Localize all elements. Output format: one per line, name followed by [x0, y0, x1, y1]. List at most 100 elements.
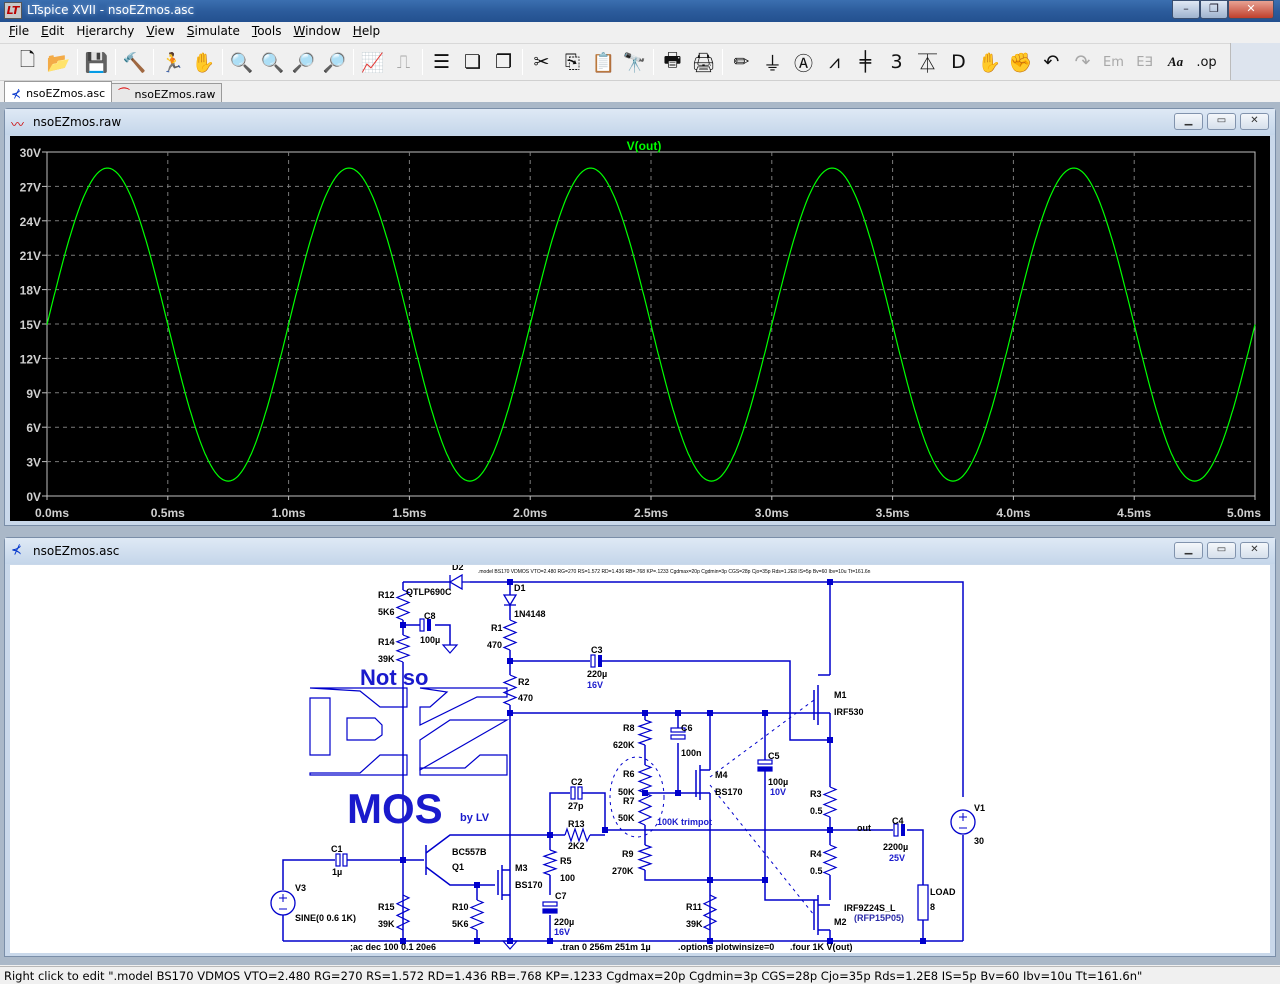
cut-button[interactable]: ✂: [526, 47, 557, 77]
close-button[interactable]: ✕: [1240, 542, 1269, 559]
find-button[interactable]: 🔭: [619, 47, 650, 77]
redo-button[interactable]: ↷: [1067, 47, 1098, 77]
schematic-canvas[interactable]: Not so MOS by LV .model BS170 VDMOS VTO=…: [10, 565, 1270, 953]
component-label-r2-name[interactable]: R2: [518, 677, 530, 687]
component-label-r5-name[interactable]: R5: [560, 856, 572, 866]
component-label-v3-value[interactable]: SINE(0 0.6 1K): [295, 913, 356, 923]
print-button[interactable]: 🖨: [688, 47, 719, 77]
menu-tools[interactable]: Tools: [246, 22, 288, 42]
component-label-c3-value[interactable]: 220µ: [587, 669, 607, 679]
resistor-r14[interactable]: [395, 634, 411, 663]
component-label-c1-name[interactable]: C1: [331, 844, 343, 854]
component-label-r8-name[interactable]: R8: [623, 723, 635, 733]
zoom-in-button[interactable]: 🔍: [226, 47, 257, 77]
component-label-r1-value[interactable]: 470: [487, 640, 502, 650]
component-label-c2-name[interactable]: C2: [571, 777, 583, 787]
component-label-v1-name[interactable]: V1: [974, 803, 985, 813]
menu-simulate[interactable]: Simulate: [181, 22, 246, 42]
component-label-d1-value[interactable]: 1N4148: [514, 609, 546, 619]
component-label-r15-name[interactable]: R15: [378, 902, 395, 912]
resistor-r5[interactable]: [542, 849, 558, 876]
component-label-m2-value[interactable]: IRF9Z24S_L: [844, 903, 896, 913]
component-label-c4-value[interactable]: 2200µ: [883, 842, 908, 852]
component-label-c5-rating[interactable]: 10V: [770, 787, 786, 797]
component-label-c2-value[interactable]: 27p: [568, 801, 584, 811]
capacitor-button[interactable]: ╪: [850, 47, 881, 77]
component-label-r14-name[interactable]: R14: [378, 637, 395, 647]
component-label-m2-alt[interactable]: (RFP15P05): [854, 913, 904, 923]
resistor-r1[interactable]: [502, 619, 518, 651]
save-button[interactable]: 💾: [81, 47, 112, 77]
directive-options[interactable]: .options plotwinsize=0: [678, 942, 774, 952]
resistor-r4[interactable]: [822, 844, 838, 876]
component-label-m1-value[interactable]: IRF530: [834, 707, 864, 717]
maximize-button[interactable]: ❐: [1200, 0, 1228, 19]
rotate-button[interactable]: Em: [1098, 47, 1129, 77]
component-label-r14-value[interactable]: 39K: [378, 654, 395, 664]
capacitor-c3[interactable]: [590, 654, 596, 668]
component-label-r9-value[interactable]: 270K: [612, 866, 634, 876]
component-label-c6-name[interactable]: C6: [681, 723, 693, 733]
resistor-r6[interactable]: [637, 764, 653, 794]
component-label-c7-rating[interactable]: 16V: [554, 927, 570, 937]
component-label-r4-value[interactable]: 0.5: [810, 866, 823, 876]
component-label-r11-value[interactable]: 39K: [686, 919, 703, 929]
zoom-pan-button[interactable]: 🔍: [257, 47, 288, 77]
menu-hierarchy[interactable]: Hierarchy: [70, 22, 140, 42]
capacitor-c7[interactable]: [542, 901, 558, 907]
text-button[interactable]: Aa: [1160, 47, 1191, 77]
undo-button[interactable]: ↶: [1036, 47, 1067, 77]
load-resistor-symbol[interactable]: [917, 884, 929, 921]
component-label-c6-value[interactable]: 100n: [681, 748, 702, 758]
diode-d2-symbol[interactable]: [448, 573, 470, 591]
component-label-c5-name[interactable]: C5: [768, 751, 780, 761]
component-label-c7-name[interactable]: C7: [555, 891, 567, 901]
tab-schematic[interactable]: ⊀ nsoEZmos.asc: [4, 81, 113, 103]
capacitor-c2[interactable]: [570, 786, 576, 800]
print-setup-button[interactable]: 🖶: [657, 47, 688, 77]
directive-four[interactable]: .four 1K V(out): [790, 942, 853, 952]
move-button[interactable]: ✋: [974, 47, 1005, 77]
halt-button[interactable]: ✋: [188, 47, 219, 77]
component-label-r5-value[interactable]: 100: [560, 873, 575, 883]
waveform-window-titlebar[interactable]: 〰 nsoEZmos.raw ▁ ▭ ✕: [5, 109, 1275, 135]
component-label-trimpot[interactable]: 100K trimpot: [657, 817, 712, 827]
restore-button[interactable]: ▭: [1207, 542, 1236, 559]
component-label-out_net[interactable]: out: [857, 823, 871, 833]
component-label-c4-name[interactable]: C4: [892, 816, 904, 826]
component-label-c1-value[interactable]: 1µ: [332, 867, 342, 877]
component-label-r1-name[interactable]: R1: [491, 623, 503, 633]
menu-help[interactable]: Help: [347, 22, 386, 42]
component-label-m2-name[interactable]: M2: [834, 917, 847, 927]
component-label-r6-name[interactable]: R6: [623, 769, 635, 779]
component-label-d2-value[interactable]: QTLP690C: [406, 587, 452, 597]
resistor-r15[interactable]: [395, 894, 411, 931]
inductor-button[interactable]: 3: [881, 47, 912, 77]
component-label-d2-name[interactable]: D2: [452, 565, 464, 572]
component-label-m3-value[interactable]: BS170: [515, 880, 543, 890]
component-label-m3-name[interactable]: M3: [515, 863, 528, 873]
component-label-q1-name[interactable]: Q1: [452, 862, 464, 872]
component-label-r15-value[interactable]: 39K: [378, 919, 395, 929]
component-label-m4-value[interactable]: BS170: [715, 787, 743, 797]
component-label-q1-value[interactable]: BC557B: [452, 847, 487, 857]
restore-button[interactable]: ▭: [1207, 113, 1236, 130]
component-label-m4-name[interactable]: M4: [715, 770, 728, 780]
component-button[interactable]: D: [943, 47, 974, 77]
ground-button[interactable]: ⏚: [757, 47, 788, 77]
menu-file[interactable]: File: [3, 22, 35, 42]
component-label-m1-name[interactable]: M1: [834, 690, 847, 700]
component-label-r10-value[interactable]: 5K6: [452, 919, 469, 929]
component-label-load-value[interactable]: 8: [930, 902, 935, 912]
menu-view[interactable]: View: [140, 22, 180, 42]
component-label-c5-value[interactable]: 100µ: [768, 777, 788, 787]
schematic-window-titlebar[interactable]: ⊀ nsoEZmos.asc ▁ ▭ ✕: [5, 538, 1275, 564]
cascade-button[interactable]: ❏: [457, 47, 488, 77]
diode-d1-symbol[interactable]: [502, 594, 518, 607]
component-label-r11-name[interactable]: R11: [686, 902, 702, 912]
resistor-button[interactable]: ⩘: [819, 47, 850, 77]
capacitor-c1[interactable]: [335, 853, 341, 867]
resistor-r11[interactable]: [702, 894, 718, 931]
control-panel-button[interactable]: 🔨: [119, 47, 150, 77]
resistor-r13[interactable]: [564, 827, 591, 843]
